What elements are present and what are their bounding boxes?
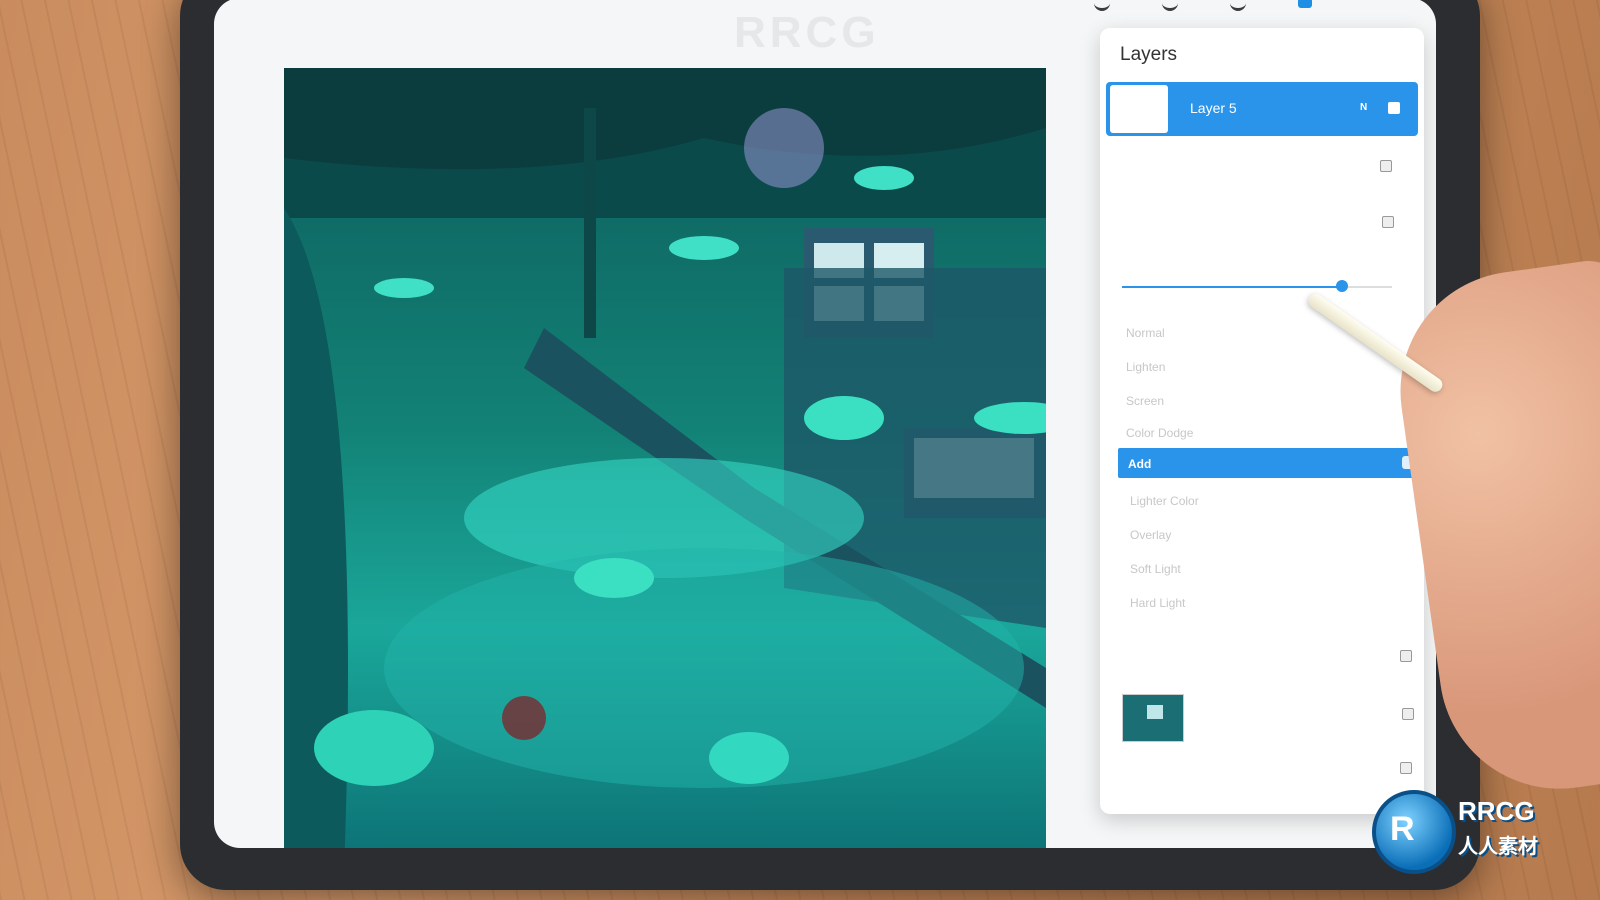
blend-mode-option[interactable]: Color Dodge	[1126, 426, 1193, 440]
brush-tool-icon[interactable]	[1094, 0, 1110, 11]
rrcg-logo-icon: R	[1372, 790, 1456, 874]
layer-visibility-checkbox[interactable]	[1388, 102, 1400, 114]
blend-mode-indicator[interactable]: N	[1360, 102, 1367, 113]
blend-mode-option[interactable]: Lighter Color	[1130, 494, 1199, 508]
procreate-screen: RRCG Layers Layer 5 N Normal Lighten Scr…	[214, 0, 1436, 848]
blend-mode-label: Add	[1128, 457, 1152, 471]
layer-visibility-checkbox[interactable]	[1400, 650, 1412, 662]
painting-canvas[interactable]	[284, 68, 1046, 848]
blend-mode-option[interactable]: Soft Light	[1130, 562, 1181, 576]
forest-painting	[284, 68, 1046, 848]
logo-brand-text-cn: 人人素材	[1458, 836, 1538, 858]
opacity-slider-handle[interactable]	[1336, 280, 1348, 292]
top-watermark: RRCG	[734, 8, 880, 57]
layers-panel: Layers Layer 5 N Normal Lighten Screen C…	[1100, 28, 1424, 814]
ipad-device: RRCG Layers Layer 5 N Normal Lighten Scr…	[180, 0, 1480, 890]
layer-row-layer-5[interactable]: Layer 5 N	[1106, 82, 1418, 136]
layer-visibility-checkbox[interactable]	[1400, 762, 1412, 774]
blend-mode-option[interactable]: Screen	[1126, 394, 1164, 408]
top-toolbar	[1094, 0, 1312, 12]
layer-visibility-checkbox[interactable]	[1402, 708, 1414, 720]
rrcg-logo: R RRCG 人人素材	[1368, 786, 1598, 876]
smudge-tool-icon[interactable]	[1162, 0, 1178, 11]
layer-thumbnail	[1110, 85, 1168, 133]
blend-mode-option-selected[interactable]: Add	[1118, 448, 1424, 478]
blend-mode-option[interactable]: Normal	[1126, 326, 1165, 340]
layer-visibility-checkbox[interactable]	[1380, 160, 1392, 172]
blend-mode-option[interactable]: Hard Light	[1130, 596, 1185, 610]
background-layer-thumbnail[interactable]	[1122, 694, 1184, 742]
layers-button-icon[interactable]	[1298, 0, 1312, 8]
opacity-slider-track	[1342, 286, 1392, 288]
eraser-tool-icon[interactable]	[1230, 0, 1246, 11]
blend-mode-option[interactable]: Overlay	[1130, 528, 1171, 542]
opacity-slider-fill	[1122, 286, 1342, 288]
blend-mode-option[interactable]: Lighten	[1126, 360, 1165, 374]
logo-brand-text: RRCG	[1458, 796, 1535, 826]
layer-name: Layer 5	[1190, 100, 1237, 116]
layers-panel-title: Layers	[1120, 44, 1178, 65]
layer-visibility-checkbox[interactable]	[1382, 216, 1394, 228]
